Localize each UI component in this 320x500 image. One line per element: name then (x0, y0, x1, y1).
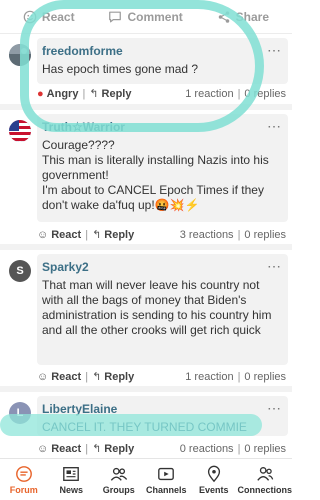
reaction-count-text[interactable]: 1 reaction | 0 replies (185, 88, 286, 100)
separator: | (85, 228, 89, 241)
comment-icon (109, 11, 122, 22)
comment-text: Courage???? This man is literally instal… (42, 138, 269, 212)
comment-username[interactable]: Sparky2 (42, 259, 282, 275)
react-label: React (41, 9, 75, 24)
comment-text: That man will never leave his country no… (42, 278, 272, 337)
reaction-count-text[interactable]: 3 reactions | 0 replies (180, 229, 286, 241)
comment-meta: ☺ React | ↰ Reply 0 reactions | 0 replies (37, 442, 286, 456)
more-options-icon[interactable]: ⋯ (267, 42, 282, 59)
reply-button[interactable]: Reply (104, 229, 134, 241)
comment-item: L LibertyElaine ⋯ CANCEL IT. THEY TURNED… (0, 392, 292, 458)
comment-card: freedomforme ⋯ Has epoch times gone mad … (37, 38, 288, 84)
reaction-count-text[interactable]: 1 reaction | 0 replies (185, 371, 286, 383)
reaction-button[interactable]: React (51, 371, 81, 383)
reaction-count-text[interactable]: 0 reactions | 0 replies (180, 443, 286, 455)
separator: | (85, 442, 89, 455)
angry-emoji-icon: ● (37, 87, 44, 100)
react-button[interactable]: React (23, 10, 75, 24)
comment-button[interactable]: Comment (108, 9, 183, 24)
comment-text: CANCEL IT. THEY TURNED COMMIE (42, 420, 247, 434)
avatar-letter: L (16, 407, 24, 419)
nav-item-forum[interactable]: Forum (0, 459, 48, 500)
forum-icon (15, 465, 32, 482)
comment-username[interactable]: LibertyElaine (42, 401, 282, 417)
avatar-letter: S (16, 265, 24, 277)
smiley-icon (23, 10, 37, 23)
smiley-icon: ☺ (37, 442, 49, 455)
share-icon (218, 10, 229, 23)
reply-button[interactable]: Reply (104, 443, 134, 455)
comment-username[interactable]: freedomforme (42, 43, 282, 59)
avatar[interactable] (9, 120, 31, 142)
comment-item: S Sparky2 ⋯ That man will never leave hi… (0, 250, 292, 392)
nav-item-connections[interactable]: Connections (238, 459, 292, 500)
avatar[interactable]: L (9, 402, 31, 424)
reaction-button[interactable]: React (51, 229, 81, 241)
reply-button[interactable]: Reply (104, 371, 134, 383)
comment-card: Truth☆Warrior ⋯ Courage???? This man is … (37, 114, 288, 222)
reply-icon: ↰ (92, 371, 102, 383)
reply-icon: ↰ (92, 229, 102, 241)
reaction-button[interactable]: Angry (47, 88, 79, 100)
share-button[interactable]: Share (217, 10, 269, 24)
news-icon (63, 466, 80, 481)
separator: | (85, 370, 89, 383)
more-options-icon[interactable]: ⋯ (267, 258, 282, 275)
groups-icon (110, 467, 127, 481)
events-icon (207, 465, 220, 482)
smiley-icon: ☺ (37, 370, 49, 383)
reaction-button[interactable]: React (51, 443, 81, 455)
avatar[interactable]: S (9, 260, 31, 282)
avatar-photo-icon (9, 44, 31, 66)
comment-meta: ● Angry | ↰ Reply 1 reaction | 0 replies (37, 87, 286, 101)
more-options-icon[interactable]: ⋯ (267, 118, 282, 135)
reply-icon: ↰ (89, 88, 99, 100)
comment-card: LibertyElaine ⋯ CANCEL IT. THEY TURNED C… (37, 396, 288, 436)
comment-meta: ☺ React | ↰ Reply 3 reactions | 0 replies (37, 228, 286, 242)
nav-item-groups[interactable]: Groups (95, 459, 143, 500)
comment-text: Has epoch times gone mad ? (42, 62, 199, 76)
more-options-icon[interactable]: ⋯ (267, 400, 282, 417)
comment-meta: ☺ React | ↰ Reply 1 reaction | 0 replies (37, 370, 286, 384)
nav-item-channels[interactable]: Channels (143, 459, 191, 500)
comment-item: freedomforme ⋯ Has epoch times gone mad … (0, 34, 292, 110)
reply-icon: ↰ (92, 443, 102, 455)
post-actions-bar: React Comment Share (0, 0, 292, 34)
nav-item-events[interactable]: Events (190, 459, 238, 500)
nav-item-news[interactable]: News (48, 459, 96, 500)
comment-card: Sparky2 ⋯ That man will never leave his … (37, 254, 288, 365)
bottom-nav: Forum News Groups Channels Events Connec… (0, 458, 292, 500)
avatar[interactable] (9, 44, 31, 66)
connections-icon (257, 466, 273, 481)
share-label: Share (235, 9, 270, 24)
channels-icon (158, 467, 175, 480)
comment-item: Truth☆Warrior ⋯ Courage???? This man is … (0, 110, 292, 250)
comment-username[interactable]: Truth☆Warrior (42, 119, 282, 135)
smiley-icon: ☺ (37, 228, 49, 241)
flag-avatar-icon (9, 120, 31, 142)
reply-button[interactable]: Reply (102, 88, 132, 100)
comment-label: Comment (127, 9, 183, 24)
separator: | (82, 87, 86, 100)
